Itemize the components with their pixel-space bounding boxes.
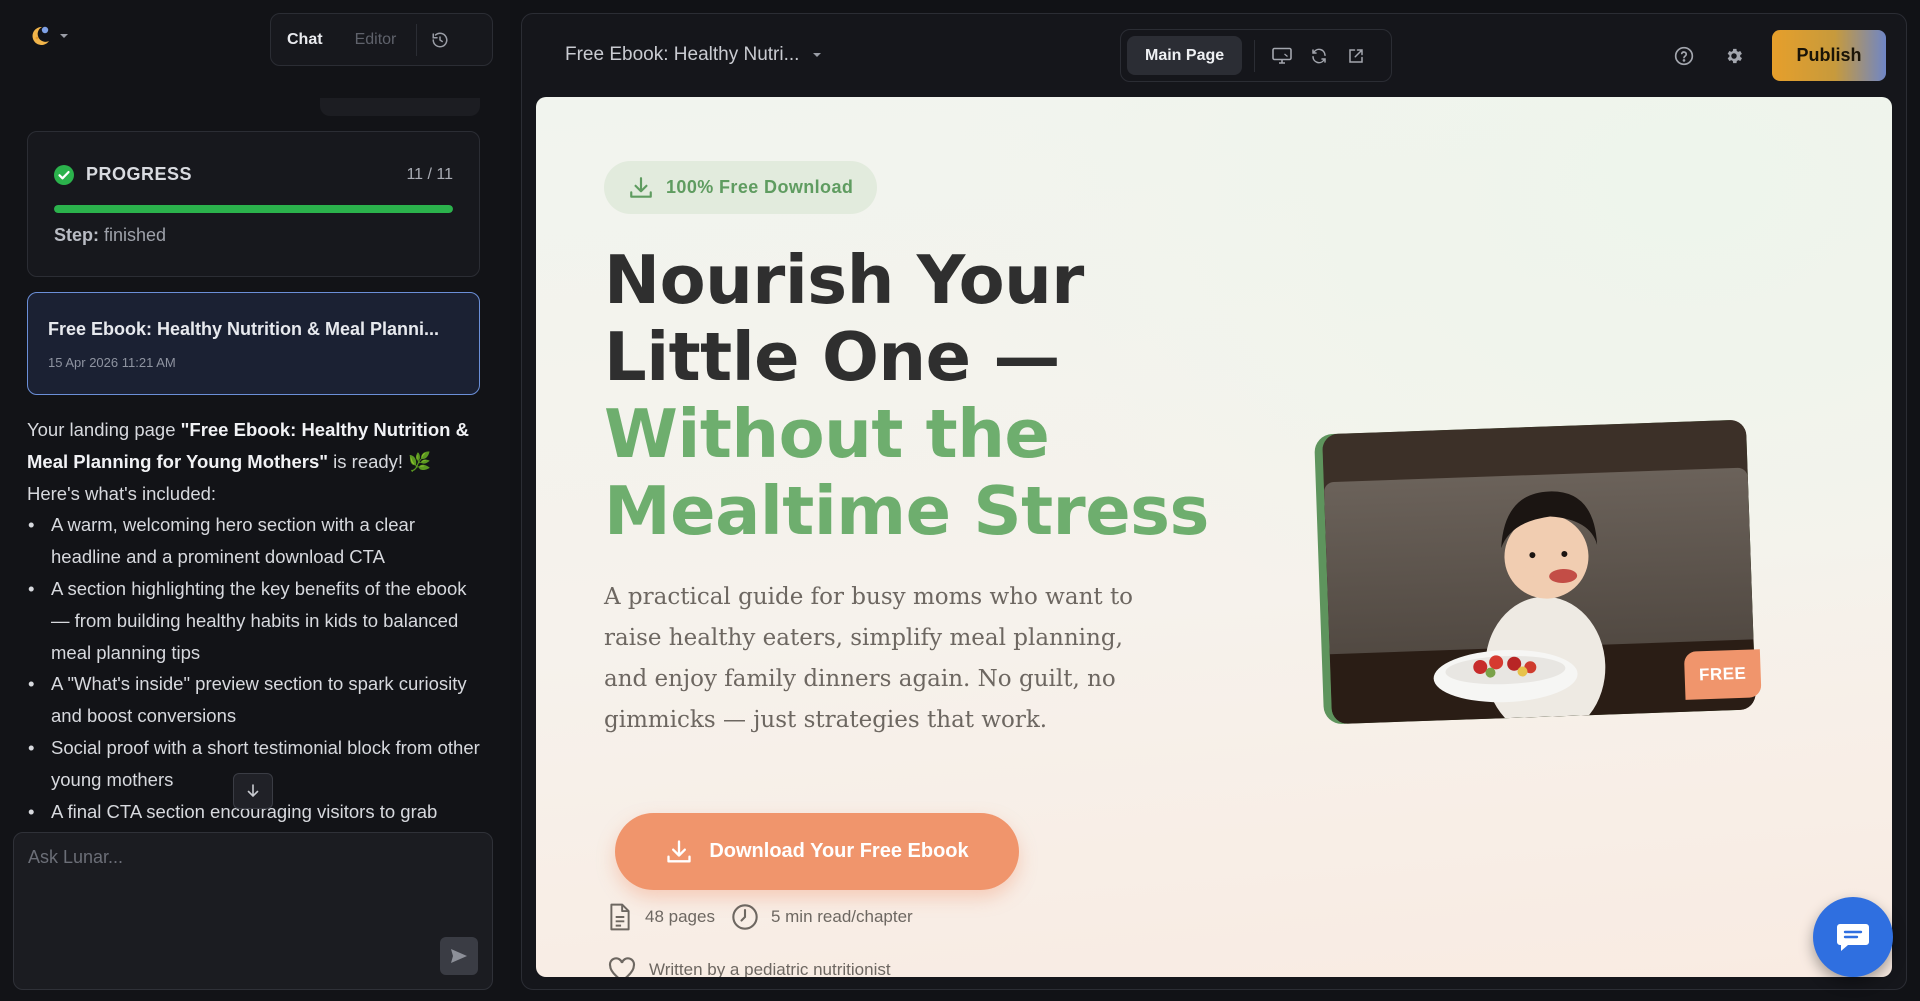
headline-accent-2: Mealtime Stress: [604, 472, 1209, 550]
pages-text: 48 pages: [645, 907, 715, 926]
app-logo-menu[interactable]: [28, 24, 70, 48]
clock-icon: [731, 903, 759, 931]
send-icon: [450, 948, 468, 964]
moon-logo-icon: [28, 24, 52, 48]
chat-intro-tail: is ready! 🌿: [328, 450, 432, 472]
download-icon: [665, 838, 693, 866]
check-circle-icon: [54, 164, 74, 185]
mode-tabs: Chat Editor: [270, 13, 493, 66]
chat-intro-text: Your landing page: [27, 419, 181, 440]
hero-headline: Nourish Your Little One — Without the Me…: [604, 242, 1324, 550]
badge-text: 100% Free Download: [666, 177, 854, 197]
cta-label: Download Your Free Ebook: [709, 840, 969, 862]
history-button[interactable]: [417, 13, 463, 66]
refresh-icon[interactable]: [1308, 45, 1330, 67]
download-icon: [628, 175, 654, 201]
read-time-text: 5 min read/chapter: [770, 907, 913, 926]
download-ebook-button[interactable]: Download Your Free Ebook: [615, 813, 1019, 890]
page-card-date: 15 Apr 2026 11:21 AM: [48, 355, 176, 370]
headline-accent-1: Without the: [604, 395, 1050, 473]
chevron-down-icon: [58, 30, 70, 42]
list-item: A section highlighting the key benefits …: [27, 573, 489, 668]
hero-image: FREE: [1314, 419, 1762, 725]
landing-page-preview: 100% Free Download Nourish Your Little O…: [536, 97, 1892, 977]
chat-support-button[interactable]: [1813, 897, 1893, 977]
preview-panel: Free Ebook: Healthy Nutri... Main Page P…: [521, 13, 1907, 990]
page-selector-label: Free Ebook: Healthy Nutri...: [565, 44, 800, 65]
progress-count: 11 / 11: [406, 165, 453, 183]
progress-card: PROGRESS 11 / 11 Step: finished: [27, 131, 480, 277]
progress-header: PROGRESS 11 / 11: [54, 164, 453, 185]
tab-chat[interactable]: Chat: [271, 13, 339, 66]
headline-line-1: Nourish Your: [604, 241, 1084, 319]
progress-step-value: finished: [104, 225, 167, 245]
headline-line-2: Little One —: [604, 318, 1060, 396]
progress-title: PROGRESS: [86, 164, 193, 184]
generated-page-card[interactable]: Free Ebook: Healthy Nutrition & Meal Pla…: [27, 292, 480, 395]
open-external-icon[interactable]: [1345, 45, 1367, 67]
free-tag: FREE: [1683, 649, 1762, 700]
list-item: A "What's inside" preview section to spa…: [27, 668, 489, 732]
arrow-down-icon: [246, 784, 260, 798]
hero-subtext: A practical guide for busy moms who want…: [604, 584, 1134, 733]
ask-input[interactable]: [28, 847, 468, 907]
page-selector-dropdown[interactable]: Free Ebook: Healthy Nutri...: [565, 44, 823, 66]
gear-icon[interactable]: [1724, 46, 1744, 66]
divider: [1254, 39, 1256, 72]
progress-step-label: Step:: [54, 225, 99, 245]
document-icon: [607, 903, 633, 931]
chat-composer: [13, 832, 493, 990]
author-meta: Written by a pediatric nutritionist: [607, 957, 891, 977]
free-download-badge: 100% Free Download: [604, 161, 878, 214]
read-time-meta: 5 min read/chapter: [731, 903, 913, 931]
author-text: Written by a pediatric nutritionist: [649, 960, 891, 977]
pages-meta: 48 pages: [607, 903, 715, 931]
chat-message: Your landing page "Free Ebook: Healthy N…: [27, 414, 489, 824]
heart-icon: [607, 957, 637, 977]
tab-editor[interactable]: Editor: [339, 13, 413, 66]
progress-step: Step: finished: [54, 225, 166, 246]
assistant-panel: Chat Editor PROGRESS 11 / 11 Step: finis…: [0, 0, 510, 1001]
page-card-title: Free Ebook: Healthy Nutrition & Meal Pla…: [48, 319, 440, 339]
list-item: A warm, welcoming hero section with a cl…: [27, 509, 489, 573]
chat-included-label: Here's what's included:: [27, 482, 217, 504]
chat-intro: Your landing page "Free Ebook: Healthy N…: [27, 414, 489, 478]
scroll-to-bottom-button[interactable]: [233, 773, 273, 809]
publish-button[interactable]: Publish: [1772, 30, 1886, 81]
main-page-button[interactable]: Main Page: [1127, 36, 1243, 75]
chevron-down-icon: [811, 49, 823, 61]
history-icon: [431, 31, 449, 49]
help-icon[interactable]: [1674, 46, 1694, 66]
progress-bar-fill: [54, 205, 453, 213]
collapsed-message-edge: [320, 98, 480, 116]
chat-bubble-icon: [1836, 922, 1870, 952]
progress-bar: [54, 205, 453, 213]
desktop-preview-icon[interactable]: [1271, 45, 1293, 67]
view-controls: Main Page: [1120, 29, 1392, 82]
send-button[interactable]: [440, 937, 478, 975]
ebook-meta: 48 pages 5 min read/chapter: [607, 903, 913, 931]
